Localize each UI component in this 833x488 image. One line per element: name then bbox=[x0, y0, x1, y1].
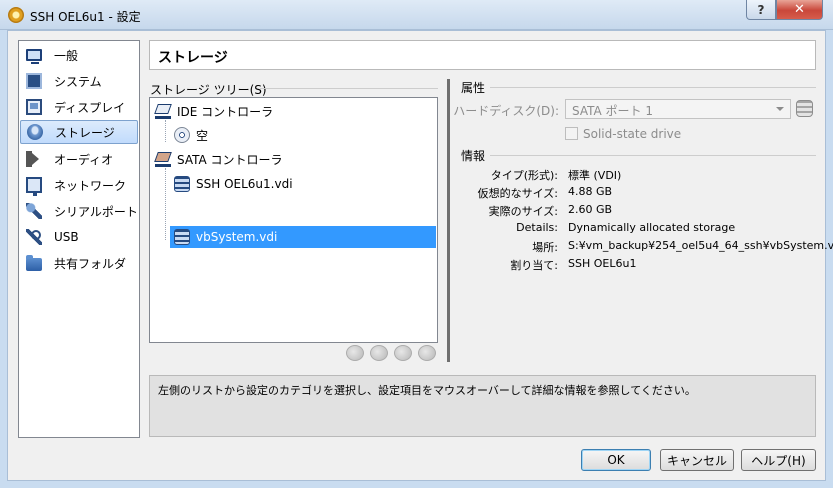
info-key-details: Details: bbox=[516, 221, 558, 234]
sidebar-item-label: シリアルポート bbox=[54, 204, 138, 219]
sidebar-item-label: システム bbox=[54, 74, 102, 89]
sidebar-item-storage[interactable]: ストレージ bbox=[20, 120, 138, 144]
window-title: SSH OEL6u1 - 設定 bbox=[30, 10, 141, 24]
info-key-virtual-size: 仮想的なサイズ: bbox=[477, 187, 558, 200]
tree-node-label: SATA コントローラ bbox=[177, 152, 283, 167]
category-list: 一般 システム ディスプレイ ストレージ オーディオ ネットワーク シリアルポー… bbox=[18, 40, 140, 438]
attributes-section-title: 属性 bbox=[461, 81, 486, 95]
remove-controller-icon[interactable] bbox=[370, 345, 388, 361]
hint-box: 左側のリストから設定のカテゴリを選択し、設定項目をマウスオーバーして詳細な情報を… bbox=[149, 375, 816, 437]
info-value-virtual-size: 4.88 GB bbox=[568, 185, 613, 198]
tree-connector bbox=[165, 120, 166, 142]
sidebar-item-label: オーディオ bbox=[54, 152, 114, 167]
info-value-attached-to: SSH OEL6u1 bbox=[568, 257, 637, 270]
disk-icon bbox=[27, 124, 43, 140]
storage-tree-label: ストレージ ツリー(S) bbox=[150, 83, 267, 97]
hard-disk-icon bbox=[174, 229, 190, 245]
sidebar-item-label: 一般 bbox=[54, 48, 79, 63]
usb-icon bbox=[26, 229, 42, 245]
remove-attachment-icon[interactable] bbox=[418, 345, 436, 361]
storage-tree-toolbar bbox=[346, 345, 436, 361]
sidebar-item-network[interactable]: ネットワーク bbox=[20, 173, 138, 197]
monitor-icon bbox=[26, 49, 42, 64]
app-gear-icon bbox=[8, 7, 24, 23]
info-value-type: 標準 (VDI) bbox=[568, 169, 622, 182]
tree-node-empty-optical[interactable]: 空 bbox=[174, 124, 435, 146]
hard-disk-icon bbox=[174, 176, 190, 192]
tree-node-vbsystem-vdi[interactable]: vbSystem.vdi bbox=[170, 226, 436, 248]
hard-disk-select[interactable]: SATA ポート 1 bbox=[565, 99, 791, 119]
storage-tree[interactable]: IDE コントローラ 空 SATA コントローラ SSH OEL6u1.vdi … bbox=[149, 97, 438, 343]
tree-node-sata-controller[interactable]: SATA コントローラ bbox=[155, 148, 435, 170]
divider bbox=[260, 88, 438, 89]
tree-connector bbox=[165, 168, 166, 240]
network-icon bbox=[26, 177, 42, 196]
sidebar-item-system[interactable]: システム bbox=[20, 69, 138, 93]
ok-button[interactable]: OK bbox=[581, 449, 651, 471]
optical-disc-icon bbox=[174, 127, 190, 143]
sidebar-item-label: ディスプレイ bbox=[54, 100, 126, 115]
help-window-button[interactable]: ? bbox=[746, 0, 776, 20]
chip-icon bbox=[26, 73, 42, 89]
sidebar-item-display[interactable]: ディスプレイ bbox=[20, 95, 138, 119]
add-attachment-icon[interactable] bbox=[394, 345, 412, 361]
solid-state-drive-checkbox[interactable] bbox=[565, 127, 578, 140]
display-icon bbox=[26, 99, 42, 115]
sidebar-item-serial-port[interactable]: シリアルポート bbox=[20, 199, 138, 223]
info-key-actual-size: 実際のサイズ: bbox=[488, 205, 558, 218]
info-value-actual-size: 2.60 GB bbox=[568, 203, 613, 216]
sidebar-item-usb[interactable]: USB bbox=[20, 225, 138, 249]
ide-controller-icon bbox=[155, 103, 171, 119]
folder-icon bbox=[26, 254, 42, 271]
help-button[interactable]: ヘルプ(H) bbox=[741, 449, 816, 471]
info-key-type: タイプ(形式): bbox=[490, 169, 558, 182]
tree-node-label: SSH OEL6u1.vdi bbox=[196, 177, 293, 191]
question-mark-icon: ? bbox=[757, 2, 765, 17]
sidebar-item-audio[interactable]: オーディオ bbox=[20, 147, 138, 171]
serial-port-icon bbox=[26, 203, 42, 219]
tree-node-label: vbSystem.vdi bbox=[196, 230, 278, 244]
tree-node-label: IDE コントローラ bbox=[177, 104, 274, 119]
info-section-title: 情報 bbox=[461, 149, 486, 163]
sidebar-item-label: 共有フォルダ bbox=[54, 256, 127, 271]
tree-node-ide-controller[interactable]: IDE コントローラ bbox=[155, 100, 435, 122]
add-controller-icon[interactable] bbox=[346, 345, 364, 361]
close-window-button[interactable]: ✕ bbox=[776, 0, 823, 20]
title-bar: SSH OEL6u1 - 設定 ? ✕ bbox=[0, 0, 833, 30]
sidebar-item-label: ストレージ bbox=[55, 125, 115, 140]
sidebar-item-shared-folders[interactable]: 共有フォルダ bbox=[20, 251, 138, 275]
sidebar-item-general[interactable]: 一般 bbox=[20, 43, 138, 67]
info-key-location: 場所: bbox=[532, 241, 558, 254]
close-icon: ✕ bbox=[794, 2, 805, 17]
sidebar-item-label: USB bbox=[54, 230, 79, 244]
divider bbox=[490, 87, 816, 88]
tree-node-label: 空 bbox=[196, 128, 209, 143]
dialog-client-area: 一般 システム ディスプレイ ストレージ オーディオ ネットワーク シリアルポー… bbox=[7, 30, 833, 481]
choose-hard-disk-icon[interactable] bbox=[796, 100, 813, 117]
cancel-button[interactable]: キャンセル bbox=[660, 449, 734, 471]
sata-controller-icon bbox=[155, 151, 171, 167]
divider bbox=[490, 155, 816, 156]
sidebar-item-label: ネットワーク bbox=[54, 178, 127, 193]
hard-disk-label: ハードディスク(D): bbox=[453, 104, 559, 118]
speaker-icon bbox=[26, 151, 42, 167]
tree-node-ssh-oel6u1-vdi[interactable]: SSH OEL6u1.vdi bbox=[174, 173, 435, 195]
page-title: ストレージ bbox=[149, 40, 816, 70]
info-value-details: Dynamically allocated storage bbox=[568, 221, 736, 234]
hint-text: 左側のリストから設定のカテゴリを選択し、設定項目をマウスオーバーして詳細な情報を… bbox=[158, 384, 696, 397]
info-value-location: S:¥vm_backup¥254_oel5u4_64_ssh¥vbSystem.… bbox=[568, 239, 833, 252]
solid-state-drive-label: Solid-state drive bbox=[583, 127, 682, 141]
info-key-attached-to: 割り当て: bbox=[510, 259, 558, 272]
hard-disk-select-value: SATA ポート 1 bbox=[572, 104, 653, 118]
